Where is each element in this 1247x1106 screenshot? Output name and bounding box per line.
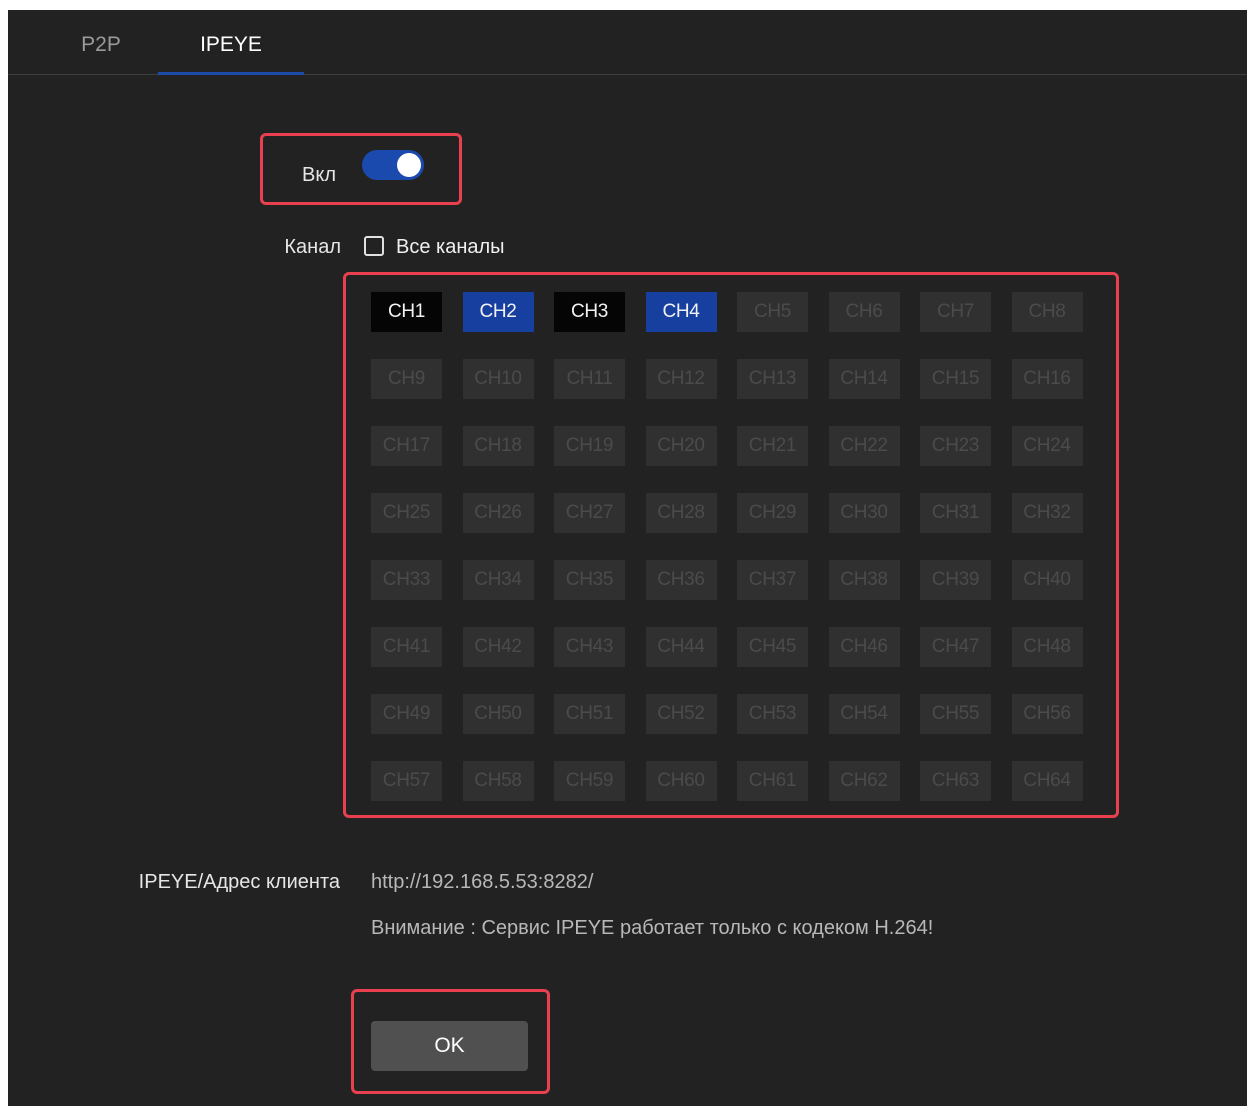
channel-button-ch21[interactable]: CH21: [737, 426, 808, 466]
channel-button-ch48[interactable]: CH48: [1011, 627, 1083, 667]
all-channels-checkbox[interactable]: [364, 236, 384, 256]
channel-button-ch23[interactable]: CH23: [920, 426, 991, 466]
channel-button-ch57[interactable]: CH57: [371, 761, 442, 801]
client-address-url: http://192.168.5.53:8282/: [371, 871, 594, 893]
channel-button-ch6[interactable]: CH6: [828, 292, 900, 332]
channel-button-ch51[interactable]: CH51: [554, 694, 625, 734]
enable-label: Вкл: [302, 164, 336, 186]
channel-button-ch60[interactable]: CH60: [645, 761, 717, 801]
channel-button-ch59[interactable]: CH59: [554, 761, 625, 801]
channel-button-ch61[interactable]: CH61: [737, 761, 808, 801]
channel-button-ch7[interactable]: CH7: [920, 292, 991, 332]
channel-button-ch11[interactable]: CH11: [554, 359, 625, 399]
channel-button-ch25[interactable]: CH25: [371, 493, 442, 533]
client-address-label: IPEYE/Адрес клиента: [138, 871, 340, 893]
channel-button-ch17[interactable]: CH17: [371, 426, 442, 466]
channel-button-ch9[interactable]: CH9: [371, 359, 442, 399]
channel-button-ch3[interactable]: CH3: [554, 292, 625, 332]
channel-button-ch18[interactable]: CH18: [462, 426, 534, 466]
all-channels-label: Все каналы: [396, 236, 505, 258]
ok-button[interactable]: OK: [371, 1021, 528, 1071]
channel-button-ch2[interactable]: CH2: [462, 292, 534, 332]
channel-button-ch12[interactable]: CH12: [645, 359, 717, 399]
channel-button-ch62[interactable]: CH62: [828, 761, 900, 801]
channel-button-ch40[interactable]: CH40: [1011, 560, 1083, 600]
channel-button-ch63[interactable]: CH63: [920, 761, 991, 801]
channel-button-ch50[interactable]: CH50: [462, 694, 534, 734]
tab-bar: P2P IPEYE: [8, 10, 1247, 75]
channel-button-ch8[interactable]: CH8: [1011, 292, 1083, 332]
channel-button-ch27[interactable]: CH27: [554, 493, 625, 533]
channel-button-ch14[interactable]: CH14: [828, 359, 900, 399]
tab-p2p[interactable]: P2P: [64, 10, 138, 74]
channel-button-ch5[interactable]: CH5: [737, 292, 808, 332]
channel-button-ch44[interactable]: CH44: [645, 627, 717, 667]
channel-button-ch37[interactable]: CH37: [737, 560, 808, 600]
channel-button-ch55[interactable]: CH55: [920, 694, 991, 734]
channel-button-ch46[interactable]: CH46: [828, 627, 900, 667]
channel-button-ch54[interactable]: CH54: [828, 694, 900, 734]
channel-button-ch28[interactable]: CH28: [645, 493, 717, 533]
channel-button-ch13[interactable]: CH13: [737, 359, 808, 399]
channel-button-ch36[interactable]: CH36: [645, 560, 717, 600]
channel-button-ch56[interactable]: CH56: [1011, 694, 1083, 734]
channel-button-ch30[interactable]: CH30: [828, 493, 900, 533]
channel-button-ch41[interactable]: CH41: [371, 627, 442, 667]
channel-button-ch24[interactable]: CH24: [1011, 426, 1083, 466]
channel-button-ch33[interactable]: CH33: [371, 560, 442, 600]
channel-button-ch49[interactable]: CH49: [371, 694, 442, 734]
channel-button-ch15[interactable]: CH15: [920, 359, 991, 399]
channel-button-ch64[interactable]: CH64: [1011, 761, 1083, 801]
channel-button-ch42[interactable]: CH42: [462, 627, 534, 667]
tab-ipeye[interactable]: IPEYE: [158, 10, 304, 74]
channel-button-ch29[interactable]: CH29: [737, 493, 808, 533]
channel-button-ch53[interactable]: CH53: [737, 694, 808, 734]
channel-button-ch32[interactable]: CH32: [1011, 493, 1083, 533]
channel-button-ch58[interactable]: CH58: [462, 761, 534, 801]
enable-toggle[interactable]: [362, 150, 424, 180]
toggle-knob: [397, 153, 421, 177]
channel-button-ch22[interactable]: CH22: [828, 426, 900, 466]
channel-button-ch4[interactable]: CH4: [645, 292, 717, 332]
channel-button-ch35[interactable]: CH35: [554, 560, 625, 600]
channel-button-ch16[interactable]: CH16: [1011, 359, 1083, 399]
active-tab-indicator: [158, 72, 304, 75]
channel-button-ch26[interactable]: CH26: [462, 493, 534, 533]
channel-button-ch34[interactable]: CH34: [462, 560, 534, 600]
channel-label: Канал: [284, 236, 341, 258]
channel-button-ch1[interactable]: CH1: [371, 292, 442, 332]
channel-button-ch31[interactable]: CH31: [920, 493, 991, 533]
channel-button-ch10[interactable]: CH10: [462, 359, 534, 399]
channel-button-ch43[interactable]: CH43: [554, 627, 625, 667]
channel-button-ch20[interactable]: CH20: [645, 426, 717, 466]
channel-grid: CH1 CH2 CH3 CH4 CH5 CH6 CH7 CH8 CH9 CH10 CH11 CH12 C…: [371, 292, 1083, 801]
channel-button-ch19[interactable]: CH19: [554, 426, 625, 466]
channel-button-ch38[interactable]: CH38: [828, 560, 900, 600]
channel-button-ch47[interactable]: CH47: [920, 627, 991, 667]
channel-button-ch39[interactable]: CH39: [920, 560, 991, 600]
channel-button-ch45[interactable]: CH45: [737, 627, 808, 667]
channel-button-ch52[interactable]: CH52: [645, 694, 717, 734]
codec-warning: Внимание : Сервис IPEYE работает только …: [371, 917, 934, 939]
